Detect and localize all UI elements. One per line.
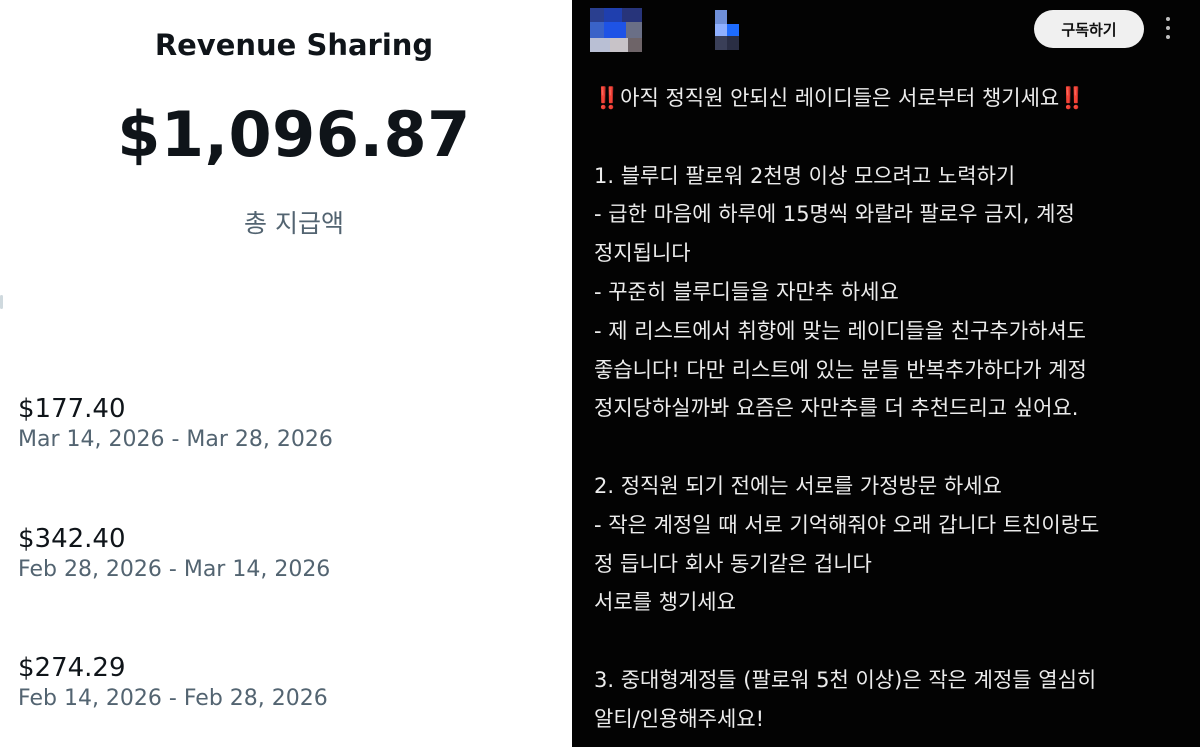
- payout-amount: $274.29: [18, 653, 126, 683]
- payout-item[interactable]: $177.40 Mar 14, 2026 - Mar 28, 2026: [18, 393, 333, 455]
- headline-text: 아직 정직원 안되신 레이디들은 서로부터 챙기세요: [620, 86, 1060, 110]
- subscribe-button[interactable]: 구독하기: [1034, 10, 1144, 48]
- username-blurred[interactable]: [715, 10, 747, 50]
- scroll-indicator: [0, 295, 3, 309]
- post-line: 2. 정직원 되기 전에는 서로를 가정방문 하세요: [594, 473, 1002, 498]
- total-payout-label: 총 지급액: [244, 209, 344, 238]
- post-line: - 꾸준히 블루디들을 자만추 하세요: [594, 279, 899, 304]
- post-line: 1. 블루디 팔로워 2천명 이상 모으려고 노력하기: [594, 163, 1016, 188]
- post-line: - 작은 계정일 때 서로 기억해줘야 오래 갑니다 트친이랑도: [594, 512, 1100, 537]
- post-body: ‼️아직 정직원 안되신 레이디들은 서로부터 챙기세요‼️ 1. 블루디 팔로…: [594, 79, 1194, 739]
- payout-amount: $177.40: [18, 394, 126, 424]
- revenue-sharing-title: Revenue Sharing: [154, 28, 434, 62]
- post-line: - 급한 마음에 하루에 15명씩 와랄라 팔로우 금지, 계정: [594, 202, 1075, 227]
- payout-item[interactable]: $274.29 Feb 14, 2026 - Feb 28, 2026: [18, 652, 328, 714]
- payout-date-range: Mar 14, 2026 - Mar 28, 2026: [18, 427, 333, 452]
- post-line: 정지당하실까봐 요즘은 자만추를 더 추천드리고 싶어요.: [594, 396, 1079, 421]
- double-exclamation-icon: ‼️: [1059, 86, 1086, 110]
- post-line: 서로를 챙기세요: [594, 590, 736, 615]
- post-line: 좋습니다! 다만 리스트에 있는 분들 반복추가하다가 계정: [594, 357, 1087, 382]
- post-line: 정 듭니다 회사 동기같은 겁니다: [594, 551, 872, 576]
- payout-amount: $342.40: [18, 524, 126, 554]
- post-line: 알티/인용해주세요!: [594, 706, 765, 731]
- post-headline: ‼️아직 정직원 안되신 레이디들은 서로부터 챙기세요‼️: [594, 79, 1194, 118]
- post-line: 3. 중대형계정들 (팔로워 5천 이상)은 작은 계정들 열심히: [594, 667, 1097, 692]
- double-exclamation-icon: ‼️: [594, 86, 621, 110]
- avatar[interactable]: [590, 8, 642, 52]
- payout-item[interactable]: $342.40 Feb 28, 2026 - Mar 14, 2026: [18, 523, 330, 585]
- more-vertical-icon[interactable]: [1162, 12, 1174, 44]
- post-line: - 제 리스트에서 취향에 맞는 레이디들을 친구추가하셔도: [594, 318, 1086, 343]
- payout-date-range: Feb 14, 2026 - Feb 28, 2026: [18, 686, 328, 711]
- payout-date-range: Feb 28, 2026 - Mar 14, 2026: [18, 557, 331, 582]
- post-panel: 구독하기 ‼️아직 정직원 안되신 레이디들은 서로부터 챙기세요‼️ 1. 블…: [572, 0, 1200, 747]
- total-payout-amount: $1,096.87: [117, 98, 471, 171]
- revenue-sharing-panel: Revenue Sharing $1,096.87 총 지급액 $177.40 …: [0, 0, 572, 747]
- post-line: 정지됩니다: [594, 241, 691, 266]
